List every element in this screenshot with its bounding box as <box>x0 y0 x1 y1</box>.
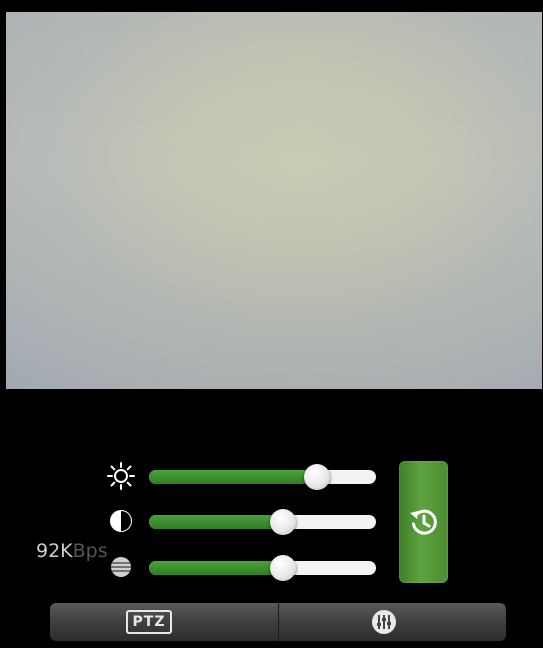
brightness-control <box>106 461 376 491</box>
saturation-control <box>106 552 376 582</box>
contrast-slider-thumb[interactable] <box>269 509 296 535</box>
ptz-label: PTZ <box>126 610 172 634</box>
contrast-icon <box>106 506 136 536</box>
saturation-slider-thumb[interactable] <box>269 555 296 581</box>
contrast-slider-fill <box>149 515 283 529</box>
brightness-slider[interactable] <box>149 464 376 490</box>
saturation-slider-fill <box>149 561 283 575</box>
saturation-icon <box>106 552 136 582</box>
ptz-tab[interactable]: PTZ <box>50 603 278 641</box>
equalizer-icon <box>370 608 398 640</box>
bitrate-value: 92K <box>36 540 73 562</box>
image-settings-tab[interactable] <box>277 603 507 641</box>
contrast-slider[interactable] <box>149 509 376 535</box>
contrast-control <box>106 506 376 536</box>
brightness-slider-fill <box>149 470 317 484</box>
bitrate-readout: 92KBps <box>36 540 108 562</box>
bottom-toolbar: PTZ <box>50 603 506 641</box>
bitrate-unit: Bps <box>72 540 108 562</box>
reset-image-settings-button[interactable] <box>399 461 448 583</box>
sun-icon <box>106 461 136 491</box>
saturation-slider[interactable] <box>149 555 376 581</box>
top-status-strip <box>0 0 543 12</box>
brightness-slider-thumb[interactable] <box>303 464 330 490</box>
camera-video-feed[interactable] <box>6 12 542 389</box>
